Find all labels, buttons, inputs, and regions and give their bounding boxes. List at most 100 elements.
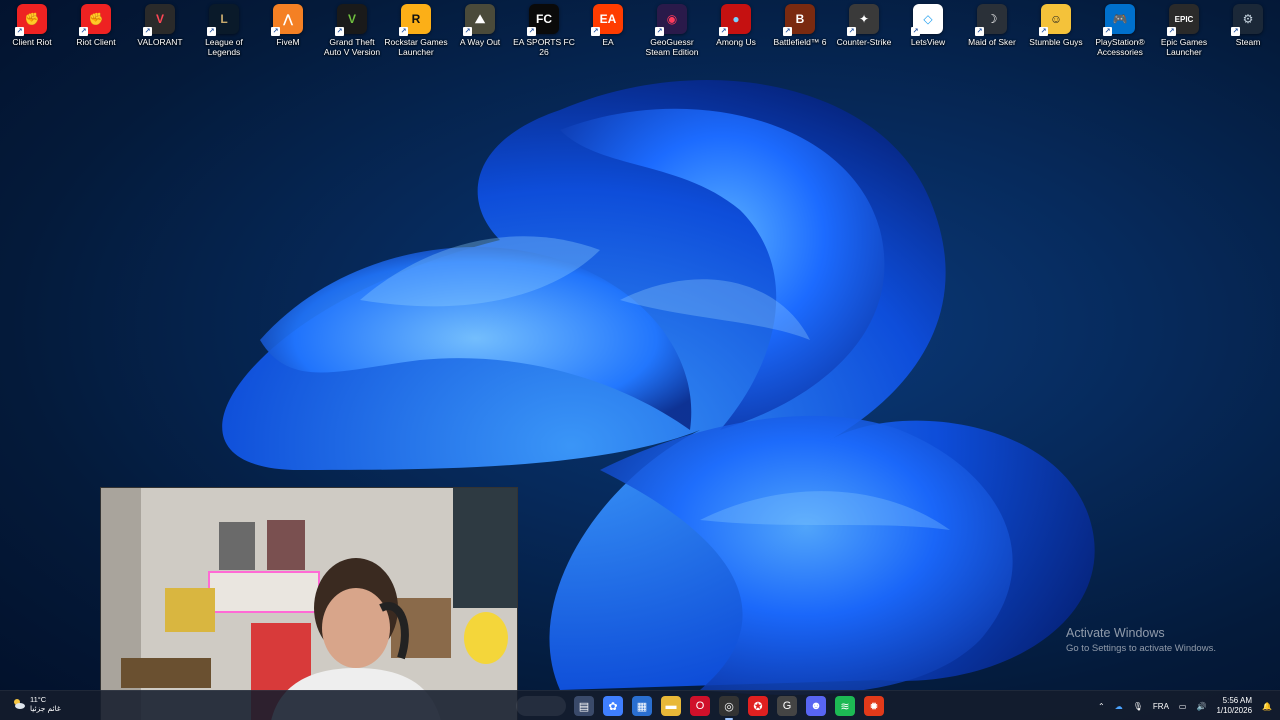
activate-title: Activate Windows bbox=[1066, 626, 1165, 640]
app-red-icon[interactable]: ✪ bbox=[748, 696, 768, 716]
app-icon: ⛰ ↗ bbox=[463, 4, 495, 36]
desktop-icon[interactable]: FC ↗ EA SPORTS FC 26 bbox=[512, 4, 576, 66]
app-icon: ● ↗ bbox=[719, 4, 751, 36]
clock[interactable]: 5:56 AM 1/10/2026 bbox=[1216, 696, 1252, 716]
store-icon[interactable]: ▦ bbox=[632, 696, 652, 716]
desktop-icon-label: Counter-Strike bbox=[836, 37, 892, 47]
desktop-icon[interactable]: 🎮 ↗ PlayStation® Accessories bbox=[1088, 4, 1152, 66]
desktop-icon-label: Battlefield™ 6 bbox=[773, 37, 827, 47]
app-icon: R ↗ bbox=[399, 4, 431, 36]
desktop-icon-label: Stumble Guys bbox=[1029, 37, 1083, 47]
app-icon: ⋀ ↗ bbox=[271, 4, 303, 36]
desktop-icon[interactable]: ✊ ↗ Riot Client bbox=[64, 4, 128, 66]
desktop-icon-label: Maid of Sker bbox=[968, 37, 1016, 47]
language-indicator[interactable]: FRA bbox=[1153, 702, 1169, 711]
shortcut-arrow-icon: ↗ bbox=[1167, 27, 1176, 36]
opera-icon[interactable]: O bbox=[690, 696, 710, 716]
notification-icon[interactable]: 🔔 bbox=[1262, 702, 1272, 711]
desktop-icon-label: GeoGuessr Steam Edition bbox=[645, 37, 699, 57]
app-icon: B ↗ bbox=[783, 4, 815, 36]
shortcut-arrow-icon: ↗ bbox=[143, 27, 152, 36]
shortcut-arrow-icon: ↗ bbox=[271, 27, 280, 36]
desktop-icon[interactable]: ✊ ↗ Client Riot bbox=[0, 4, 64, 66]
file-icon[interactable]: ▤ bbox=[574, 696, 594, 716]
clock-time: 5:56 AM bbox=[1222, 696, 1253, 705]
desktop-icon[interactable]: V ↗ VALORANT bbox=[128, 4, 192, 66]
app-icon: V ↗ bbox=[143, 4, 175, 36]
desktop-icon-label: Rockstar Games Launcher bbox=[384, 37, 448, 57]
app-orange-icon[interactable]: ✹ bbox=[864, 696, 884, 716]
partly-cloudy-icon bbox=[14, 699, 25, 709]
desktop-icon-label: Epic Games Launcher bbox=[1160, 37, 1208, 57]
desktop-icon[interactable]: EPIC ↗ Epic Games Launcher bbox=[1152, 4, 1216, 66]
volume-icon[interactable]: 🔊 bbox=[1196, 702, 1206, 711]
app-icon: ✦ ↗ bbox=[847, 4, 879, 36]
desktop-icon[interactable]: EA ↗ EA bbox=[576, 4, 640, 66]
desktop-icon[interactable]: ◉ ↗ GeoGuessr Steam Edition bbox=[640, 4, 704, 66]
desktop-icon[interactable]: ☽ ↗ Maid of Sker bbox=[960, 4, 1024, 66]
shortcut-arrow-icon: ↗ bbox=[527, 27, 536, 36]
desktop-icon[interactable]: V↗Grand Theft Auto V Version origin... bbox=[320, 4, 384, 66]
app-icon: ◇ ↗ bbox=[911, 4, 943, 36]
taskbar-search[interactable] bbox=[516, 696, 566, 716]
desktop-icon-label: EA bbox=[602, 37, 614, 47]
shortcut-arrow-icon: ↗ bbox=[847, 27, 856, 36]
app-icon: FC ↗ bbox=[527, 4, 559, 36]
shortcut-arrow-icon: ↗ bbox=[463, 27, 472, 36]
taskbar-app-list: ▤ ✿ ▦ ▬ O ◎ ✪ G ☻ ≋ ✹ bbox=[574, 696, 884, 720]
desktop-icon[interactable]: ⋀ ↗ FiveM bbox=[256, 4, 320, 66]
desktop-icon[interactable]: L ↗ League of Legends bbox=[192, 4, 256, 66]
activate-windows-watermark: Activate Windows Go to Settings to activ… bbox=[1066, 626, 1216, 654]
network-icon[interactable]: ▭ bbox=[1179, 702, 1187, 711]
taskbar: 11°C غائم جزئيا ▤ ✿ ▦ ▬ O ◎ ✪ G ☻ ≋ ✹ ⌃ ☁ 🎙 FRA ▭ … bbox=[0, 690, 1280, 720]
desktop-icon[interactable]: ● ↗ Among Us bbox=[704, 4, 768, 66]
app-icon: 🎮 ↗ bbox=[1103, 4, 1135, 36]
chevron-up-icon[interactable]: ⌃ bbox=[1098, 702, 1105, 711]
weather-temp: 11°C bbox=[30, 695, 47, 704]
folder-icon[interactable]: ▬ bbox=[661, 696, 681, 716]
desktop-icon[interactable]: ◇ ↗ LetsView bbox=[896, 4, 960, 66]
shortcut-arrow-icon: ↗ bbox=[719, 27, 728, 36]
desktop-icon-label: Client Riot bbox=[12, 37, 52, 47]
shortcut-arrow-icon: ↗ bbox=[1039, 27, 1048, 36]
onedrive-icon[interactable]: ☁ bbox=[1115, 702, 1123, 711]
shortcut-arrow-icon: ↗ bbox=[591, 27, 600, 36]
app-icon: V ↗ bbox=[335, 4, 367, 36]
app-icon: ☽ ↗ bbox=[975, 4, 1007, 36]
system-tray: ⌃ ☁ 🎙 FRA ▭ 🔊 5:56 AM 1/10/2026 🔔 bbox=[1098, 695, 1272, 717]
desktop-icon-label: A Way Out bbox=[459, 37, 501, 47]
shortcut-arrow-icon: ↗ bbox=[335, 27, 344, 36]
desktop-icon-label: PlayStation® Accessories bbox=[1095, 37, 1145, 57]
desktop-icon[interactable]: ☺ ↗ Stumble Guys bbox=[1024, 4, 1088, 66]
app-icon: ✊ ↗ bbox=[15, 4, 47, 36]
microphone-icon[interactable]: 🎙 bbox=[1133, 702, 1143, 711]
shortcut-arrow-icon: ↗ bbox=[911, 27, 920, 36]
desktop-icon[interactable]: ⚙ ↗ Steam bbox=[1216, 4, 1280, 66]
copilot-icon[interactable]: ✿ bbox=[603, 696, 623, 716]
chrome-icon[interactable]: ◎ bbox=[719, 696, 739, 720]
g-app-icon[interactable]: G bbox=[777, 696, 797, 716]
desktop-icon-label: FiveM bbox=[276, 37, 300, 47]
app-icon: L ↗ bbox=[207, 4, 239, 36]
desktop-icon[interactable]: ✦ ↗ Counter-Strike bbox=[832, 4, 896, 66]
activate-subtitle: Go to Settings to activate Windows. bbox=[1066, 643, 1216, 654]
discord-icon[interactable]: ☻ bbox=[806, 696, 826, 716]
weather-widget[interactable]: 11°C غائم جزئيا bbox=[12, 695, 61, 713]
desktop-icon-label: LetsView bbox=[910, 37, 946, 47]
shortcut-arrow-icon: ↗ bbox=[783, 27, 792, 36]
app-icon: ⚙ ↗ bbox=[1231, 4, 1263, 36]
desktop-icon-label: Among Us bbox=[716, 37, 756, 47]
app-icon: ◉ ↗ bbox=[655, 4, 687, 36]
shortcut-arrow-icon: ↗ bbox=[975, 27, 984, 36]
shortcut-arrow-icon: ↗ bbox=[1103, 27, 1112, 36]
spotify-icon[interactable]: ≋ bbox=[835, 696, 855, 716]
desktop-icon-grid: ✊ ↗ Client Riot ✊ ↗ Riot Client V ↗ VALORANT L ↗ Le… bbox=[0, 4, 1280, 68]
desktop-icon[interactable]: B ↗ Battlefield™ 6 bbox=[768, 4, 832, 66]
shortcut-arrow-icon: ↗ bbox=[207, 27, 216, 36]
desktop-icon[interactable]: R ↗ Rockstar Games Launcher bbox=[384, 4, 448, 66]
shortcut-arrow-icon: ↗ bbox=[1231, 27, 1240, 36]
desktop-icon-label: Riot Client bbox=[76, 37, 116, 47]
app-icon: EPIC ↗ bbox=[1167, 4, 1199, 36]
app-icon: ☺ ↗ bbox=[1039, 4, 1071, 36]
desktop-icon[interactable]: ⛰ ↗ A Way Out bbox=[448, 4, 512, 66]
